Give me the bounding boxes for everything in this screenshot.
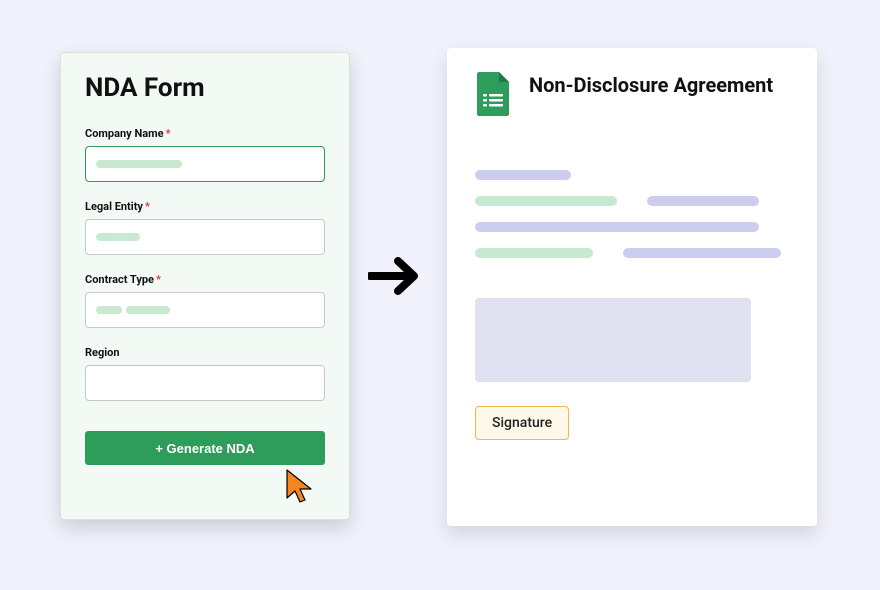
required-marker: * <box>145 200 150 213</box>
document-icon <box>475 72 511 116</box>
label-company-text: Company Name <box>85 127 164 140</box>
input-entity[interactable] <box>85 219 325 255</box>
placeholder-ghost <box>96 233 140 241</box>
text-line <box>475 222 759 232</box>
placeholder-ghost <box>96 160 182 168</box>
label-region: Region <box>85 346 325 359</box>
diagram-canvas: NDA Form Company Name* Legal Entity* Con… <box>0 0 880 590</box>
text-line <box>475 248 593 258</box>
placeholder-ghost <box>126 306 170 314</box>
label-region-text: Region <box>85 346 120 359</box>
input-company[interactable] <box>85 146 325 182</box>
placeholder-ghost <box>96 306 122 314</box>
document-title: Non-Disclosure Agreement <box>529 72 773 98</box>
input-region[interactable] <box>85 365 325 401</box>
nda-form-card: NDA Form Company Name* Legal Entity* Con… <box>60 52 350 520</box>
generate-button[interactable]: + Generate NDA <box>85 431 325 465</box>
signature-button[interactable]: Signature <box>475 406 569 440</box>
text-line <box>475 170 571 180</box>
text-line <box>623 248 781 258</box>
form-title: NDA Form <box>85 73 325 103</box>
field-company: Company Name* <box>85 127 325 182</box>
signature-area <box>475 298 751 382</box>
document-card: Non-Disclosure Agreement Signature <box>447 48 817 526</box>
label-entity-text: Legal Entity <box>85 200 143 213</box>
input-contract[interactable] <box>85 292 325 328</box>
text-line <box>475 196 617 206</box>
document-body-lines <box>475 170 789 258</box>
label-contract-text: Contract Type <box>85 273 154 286</box>
field-contract: Contract Type* <box>85 273 325 328</box>
label-entity: Legal Entity* <box>85 200 325 213</box>
required-marker: * <box>166 127 171 140</box>
arrow-right-icon <box>368 255 422 297</box>
required-marker: * <box>156 273 161 286</box>
document-header: Non-Disclosure Agreement <box>475 72 789 116</box>
field-region: Region <box>85 346 325 401</box>
generate-button-label: + Generate NDA <box>155 441 254 456</box>
label-company: Company Name* <box>85 127 325 140</box>
label-contract: Contract Type* <box>85 273 325 286</box>
field-entity: Legal Entity* <box>85 200 325 255</box>
text-line <box>647 196 759 206</box>
